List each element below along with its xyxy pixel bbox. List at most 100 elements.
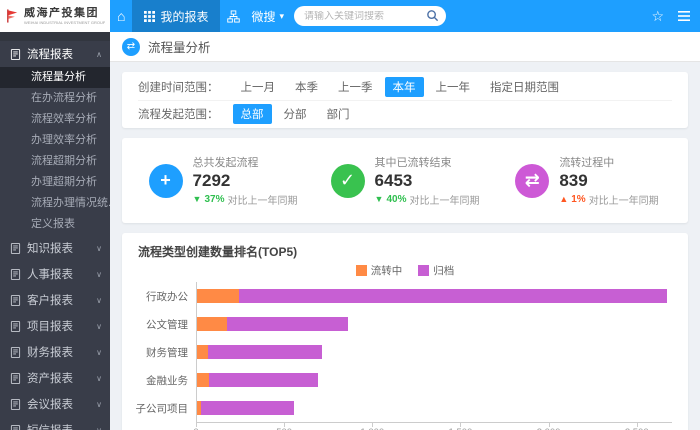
report-icon bbox=[10, 269, 21, 280]
main-area: ⇄ 流程量分析 创建时间范围： 上一月本季上一季本年上一年指定日期范围流程发起范围… bbox=[110, 32, 700, 430]
bar-segment-归档[interactable] bbox=[239, 289, 667, 303]
bar-row-行政办公 bbox=[197, 282, 672, 310]
search-box bbox=[294, 6, 446, 26]
chevron-down-icon: ∨ bbox=[96, 400, 102, 409]
plus-icon: + bbox=[149, 164, 183, 198]
report-icon bbox=[10, 49, 21, 60]
chevron-down-icon: ∨ bbox=[96, 426, 102, 430]
chart-title: 流程类型创建数量排名(TOP5) bbox=[138, 243, 672, 260]
sidebar-subitem-定义报表[interactable]: 定义报表 bbox=[0, 214, 110, 235]
check-icon: ✓ bbox=[331, 164, 365, 198]
arrow-down-icon: ▼ bbox=[193, 195, 202, 204]
sidebar-item-知识报表[interactable]: 知识报表∨ bbox=[0, 235, 110, 261]
bar-segment-归档[interactable] bbox=[227, 317, 348, 331]
process-analysis-icon: ⇄ bbox=[122, 38, 140, 56]
bar-segment-流转中[interactable] bbox=[197, 345, 208, 359]
sidebar-item-短信报表[interactable]: 短信报表 ∨ bbox=[0, 417, 110, 430]
filter-option-本年[interactable]: 本年 bbox=[385, 77, 424, 97]
bar-segment-归档[interactable] bbox=[208, 345, 322, 359]
stat-label: 流转过程中 bbox=[559, 154, 658, 170]
flag-logo-icon bbox=[5, 8, 20, 24]
stat-value: 839 bbox=[559, 171, 658, 191]
bar-segment-归档[interactable] bbox=[209, 373, 318, 387]
chevron-down-icon: ∨ bbox=[96, 244, 102, 253]
sidebar-item-label: 会议报表 bbox=[27, 396, 90, 412]
star-icon[interactable]: ☆ bbox=[651, 9, 664, 23]
bar-segment-归档[interactable] bbox=[201, 401, 293, 415]
filter-label: 流程发起范围： bbox=[138, 106, 219, 122]
sidebar-item-资产报表[interactable]: 资产报表∨ bbox=[0, 365, 110, 391]
bar-segment-流转中[interactable] bbox=[197, 317, 227, 331]
sidebar-item-客户报表[interactable]: 客户报表∨ bbox=[0, 287, 110, 313]
chevron-down-icon: ∨ bbox=[96, 296, 102, 305]
stat-block-2: ⇄流转过程中839▲1%对比上一年同期 bbox=[496, 154, 678, 207]
arrow-up-icon: ▲ bbox=[559, 195, 568, 204]
sidebar-subitem-流程办理情况统...[interactable]: 流程办理情况统... bbox=[0, 193, 110, 214]
sidebar-top-strip bbox=[0, 32, 110, 41]
filter-option-总部[interactable]: 总部 bbox=[233, 104, 272, 124]
home-icon[interactable]: ⌂ bbox=[117, 9, 125, 23]
category-label: 行政办公 bbox=[138, 282, 196, 310]
search-input[interactable] bbox=[304, 11, 422, 22]
legend-swatch bbox=[356, 265, 367, 276]
logo-subtitle: WEIHAI INDUSTRIAL INVESTMENT GROUP CO.,L… bbox=[24, 20, 105, 25]
category-label: 子公司项目 bbox=[138, 394, 196, 422]
sidebar: 流程报表 ∧ 流程量分析在办流程分析流程效率分析办理效率分析流程超期分析办理超期分析… bbox=[0, 32, 110, 430]
legend-swatch bbox=[418, 265, 429, 276]
sidebar-item-财务报表[interactable]: 财务报表∨ bbox=[0, 339, 110, 365]
sidebar-subitem-办理超期分析[interactable]: 办理超期分析 bbox=[0, 172, 110, 193]
sitemap-icon[interactable] bbox=[227, 10, 240, 23]
legend-item-流转中[interactable]: 流转中 bbox=[356, 263, 403, 278]
bar-segment-流转中[interactable] bbox=[197, 289, 239, 303]
wesearch-label: 微搜 bbox=[251, 8, 275, 25]
sidebar-subitem-流程超期分析[interactable]: 流程超期分析 bbox=[0, 151, 110, 172]
top-header: 威海产投集团 WEIHAI INDUSTRIAL INVESTMENT GROU… bbox=[0, 0, 700, 32]
filter-option-上一季[interactable]: 上一季 bbox=[330, 77, 381, 97]
bar-row-公文管理 bbox=[197, 310, 672, 338]
filter-option-上一月[interactable]: 上一月 bbox=[233, 77, 284, 97]
sidebar-subitem-流程效率分析[interactable]: 流程效率分析 bbox=[0, 109, 110, 130]
chart-card: 流程类型创建数量排名(TOP5) 流转中归档 行政办公公文管理财务管理金融业务子… bbox=[122, 233, 688, 430]
filter-label: 创建时间范围： bbox=[138, 79, 219, 95]
filter-option-部门[interactable]: 部门 bbox=[319, 104, 358, 124]
wesearch-dropdown[interactable]: 微搜 ▾ bbox=[251, 8, 284, 25]
sidebar-item-项目报表[interactable]: 项目报表∨ bbox=[0, 313, 110, 339]
search-icon[interactable] bbox=[426, 9, 439, 25]
stat-compare: 对比上一年同期 bbox=[409, 192, 479, 207]
sidebar-item-会议报表[interactable]: 会议报表 ∨ bbox=[0, 391, 110, 417]
chart-legend: 流转中归档 bbox=[138, 263, 672, 278]
stat-value: 6453 bbox=[375, 171, 480, 191]
grid-icon bbox=[144, 11, 155, 22]
sidebar-item-label: 流程报表 bbox=[27, 46, 90, 62]
stat-block-1: ✓其中已流转结束6453▼40%对比上一年同期 bbox=[314, 154, 496, 207]
bars-area bbox=[196, 282, 672, 423]
sidebar-item-人事报表[interactable]: 人事报表∨ bbox=[0, 261, 110, 287]
sidebar-item-label: 项目报表 bbox=[27, 318, 90, 334]
stat-label: 总共发起流程 bbox=[193, 154, 298, 170]
content: 创建时间范围：上一月本季上一季本年上一年指定日期范围流程发起范围：总部分部部门 … bbox=[110, 62, 700, 430]
filter-option-分部[interactable]: 分部 bbox=[276, 104, 315, 124]
chevron-up-icon: ∧ bbox=[96, 50, 102, 59]
arrow-down-icon: ▼ bbox=[375, 195, 384, 204]
page-title: 流程量分析 bbox=[148, 37, 211, 56]
report-icon bbox=[10, 321, 21, 332]
legend-item-归档[interactable]: 归档 bbox=[418, 263, 454, 278]
sidebar-item-label: 短信报表 bbox=[27, 422, 90, 430]
sync-icon: ⇄ bbox=[515, 164, 549, 198]
stats-card: +总共发起流程7292▼37%对比上一年同期✓其中已流转结束6453▼40%对比… bbox=[122, 138, 688, 223]
tab-my-reports[interactable]: 我的报表 bbox=[132, 0, 220, 32]
sidebar-subitem-在办流程分析[interactable]: 在办流程分析 bbox=[0, 88, 110, 109]
sidebar-menu: 流程报表 ∧ 流程量分析在办流程分析流程效率分析办理效率分析流程超期分析办理超期分析… bbox=[0, 41, 110, 430]
filter-option-指定日期范围[interactable]: 指定日期范围 bbox=[482, 77, 567, 97]
filter-option-上一年[interactable]: 上一年 bbox=[428, 77, 479, 97]
chevron-down-icon: ▾ bbox=[280, 11, 285, 22]
sidebar-subitem-办理效率分析[interactable]: 办理效率分析 bbox=[0, 130, 110, 151]
sidebar-subitem-流程量分析[interactable]: 流程量分析 bbox=[0, 67, 110, 88]
bar-segment-流转中[interactable] bbox=[197, 373, 209, 387]
sidebar-item-label: 资产报表 bbox=[27, 370, 90, 386]
stat-compare: 对比上一年同期 bbox=[589, 192, 659, 207]
menu-icon[interactable] bbox=[678, 10, 690, 22]
sidebar-item-流程报表[interactable]: 流程报表 ∧ bbox=[0, 41, 110, 67]
filter-option-本季[interactable]: 本季 bbox=[287, 77, 326, 97]
filter-card: 创建时间范围： 上一月本季上一季本年上一年指定日期范围流程发起范围： 总部分部部门 bbox=[122, 72, 688, 128]
